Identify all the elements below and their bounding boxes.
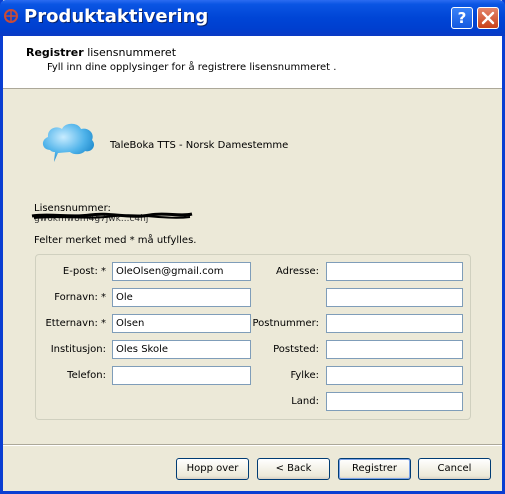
product-name: TaleBoka TTS - Norsk Damestemme (110, 140, 289, 151)
institution-field[interactable]: Oles Skole (112, 340, 251, 359)
header-title-rest: lisensnummeret (83, 46, 177, 59)
header-title-bold: Registrer (26, 46, 84, 59)
speech-cloud-icon (42, 123, 95, 162)
institution-label: Institusjon: (50, 344, 106, 355)
close-button[interactable] (477, 7, 499, 29)
phone-field[interactable] (112, 366, 251, 385)
city-field[interactable] (326, 340, 463, 359)
register-button[interactable]: Registrer (338, 458, 411, 480)
cancel-button[interactable]: Cancel (418, 458, 491, 480)
back-button[interactable]: < Back (257, 458, 330, 480)
header-subtitle: Fyll inn dine opplysinger for å registre… (47, 62, 337, 73)
wizard-header: Registrer lisensnummeret Fyll inn dine o… (3, 36, 502, 89)
close-icon (481, 11, 495, 25)
window-title: Produktaktivering (24, 6, 209, 27)
postcode-field[interactable] (326, 314, 463, 333)
redaction-scribble (31, 212, 193, 219)
firstname-label: Fornavn: * (54, 292, 106, 303)
county-field[interactable] (326, 366, 463, 385)
address-line2-field[interactable] (326, 288, 463, 307)
postcode-label: Postnummer: (252, 318, 319, 329)
city-label: Poststed: (273, 344, 319, 355)
button-separator (3, 444, 502, 446)
address-field[interactable] (326, 262, 463, 281)
header-title: Registrer lisensnummeret (26, 46, 176, 59)
county-label: Fylke: (290, 370, 320, 381)
app-icon[interactable] (3, 8, 19, 24)
required-note: Felter merket med * må utfylles. (34, 235, 197, 246)
firstname-field[interactable]: Ole (112, 288, 251, 307)
title-bar[interactable]: Produktaktivering ? (0, 0, 505, 36)
country-field[interactable] (326, 392, 463, 411)
address-label: Adresse: (276, 266, 319, 277)
email-field[interactable]: OleOlsen@gmail.com (112, 262, 251, 281)
lastname-label: Etternavn: * (45, 318, 106, 329)
country-label: Land: (291, 396, 319, 407)
phone-label: Telefon: (67, 370, 106, 381)
help-button[interactable]: ? (451, 7, 473, 29)
email-label: E-post: * (62, 266, 106, 277)
lastname-field[interactable]: Olsen (112, 314, 251, 333)
skip-button[interactable]: Hopp over (176, 458, 249, 480)
